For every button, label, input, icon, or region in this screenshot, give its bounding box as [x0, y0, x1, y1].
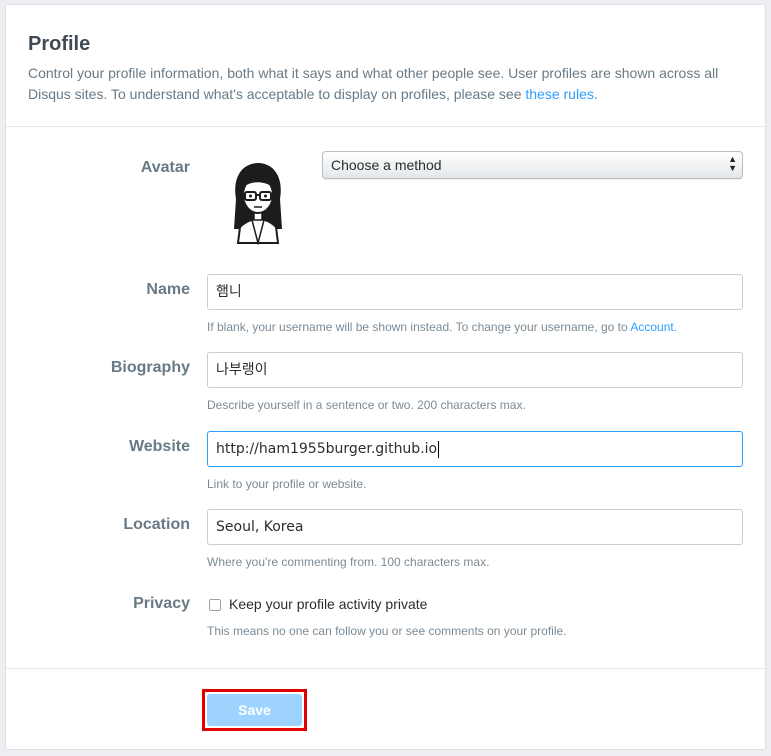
- avatar: [226, 157, 290, 246]
- privacy-checkbox[interactable]: [209, 599, 221, 611]
- name-help: If blank, your username will be shown in…: [207, 320, 678, 334]
- profile-header: Profile Control your profile information…: [6, 5, 765, 127]
- text-caret: [438, 440, 440, 458]
- website-field[interactable]: http://ham1955burger.github.io: [207, 431, 743, 467]
- page-title: Profile: [28, 33, 91, 55]
- name-label: Name: [146, 281, 190, 298]
- biography-help: Describe yourself in a sentence or two. …: [207, 398, 526, 412]
- profile-description: Control your profile information, both w…: [28, 65, 719, 102]
- biography-label: Biography: [110, 359, 190, 376]
- privacy-help: This means no one can follow you or see …: [207, 624, 567, 638]
- privacy-checkbox-label[interactable]: Keep your profile activity private: [229, 596, 427, 612]
- location-help: Where you're commenting from. 100 charac…: [207, 555, 490, 569]
- website-help: Link to your profile or website.: [207, 477, 367, 491]
- profile-card: Profile Control your profile information…: [5, 4, 766, 750]
- save-button[interactable]: Save: [207, 694, 302, 726]
- avatar-method-value: Choose a method: [331, 157, 442, 173]
- account-link[interactable]: Account: [630, 320, 673, 334]
- website-label: Website: [128, 438, 190, 455]
- name-field[interactable]: 햄니: [207, 274, 743, 310]
- divider: [6, 668, 765, 669]
- biography-field[interactable]: 나부랭이: [207, 352, 743, 388]
- avatar-method-select[interactable]: Choose a method ▲ ▼: [322, 151, 743, 179]
- select-arrows-icon: ▲ ▼: [728, 154, 737, 173]
- avatar-icon: [234, 163, 282, 246]
- website-value: http://ham1955burger.github.io: [216, 441, 438, 457]
- rules-link[interactable]: these rules: [525, 86, 593, 102]
- location-field[interactable]: Seoul, Korea: [207, 509, 743, 545]
- avatar-label: Avatar: [140, 159, 190, 176]
- location-label: Location: [123, 516, 190, 533]
- privacy-label: Privacy: [133, 595, 190, 612]
